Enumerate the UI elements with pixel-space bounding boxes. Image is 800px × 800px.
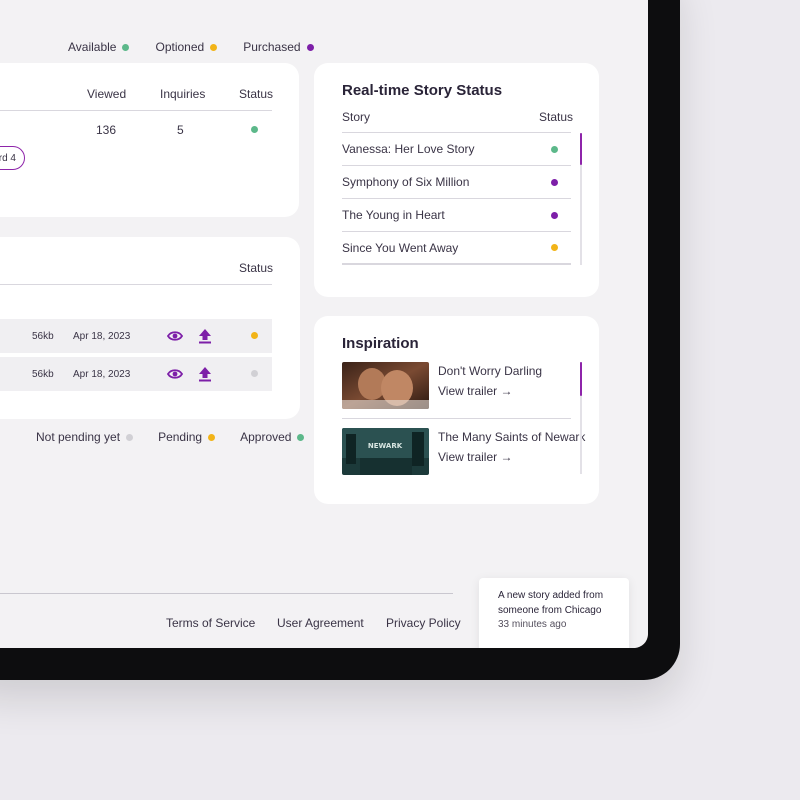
inspiration-item[interactable]: NEWARK The Many Saints of Newark View tr… xyxy=(342,428,585,478)
status-dot xyxy=(551,211,558,219)
view-trailer-link[interactable]: View trailer → xyxy=(438,450,512,464)
legend-optioned: Optioned xyxy=(155,40,218,54)
status-dot xyxy=(551,178,558,186)
legend-label: Available xyxy=(68,40,117,54)
user-agreement-link[interactable]: User Agreement xyxy=(277,616,364,630)
story-name: The Young in Heart xyxy=(342,208,445,222)
approval-legend: Not pending yet Pending Approved xyxy=(36,430,305,444)
file-size: 56kb xyxy=(32,330,54,342)
header-divider xyxy=(0,110,272,111)
legend-pending: Pending xyxy=(158,430,216,444)
inspiration-scrollbar[interactable] xyxy=(580,362,582,474)
footer-divider xyxy=(0,593,453,594)
eye-icon[interactable] xyxy=(167,328,183,344)
round-pill[interactable]: rd 4 xyxy=(0,146,25,170)
legend-approved: Approved xyxy=(240,430,305,444)
legend-label: Optioned xyxy=(155,40,205,54)
story-row[interactable]: Symphony of Six Million xyxy=(342,166,571,199)
story-scrollbar[interactable] xyxy=(580,133,582,265)
app-screen: Available Optioned Purchased Viewed Inqu… xyxy=(0,0,648,648)
toast-message: A new story added from someone from Chic… xyxy=(498,590,604,616)
notification-toast[interactable]: A new story added from someone from Chic… xyxy=(479,578,629,648)
story-row[interactable]: Vanessa: Her Love Story xyxy=(342,133,571,166)
inquiries-header: Inquiries xyxy=(160,87,206,101)
story-column-header: Story xyxy=(342,110,371,124)
trailer-title: The Many Saints of Newark xyxy=(438,430,586,444)
status-dot xyxy=(551,244,558,251)
upload-icon[interactable] xyxy=(197,328,213,344)
scrollbar-thumb[interactable] xyxy=(580,133,582,165)
legend-available: Available xyxy=(68,40,130,54)
scrollbar-thumb[interactable] xyxy=(580,362,582,396)
privacy-policy-link[interactable]: Privacy Policy xyxy=(386,616,461,630)
status-header: Status xyxy=(239,87,274,101)
status-dot xyxy=(251,126,258,133)
header-divider xyxy=(0,284,272,285)
legend-label: Approved xyxy=(240,430,292,444)
approved-dot xyxy=(297,433,305,441)
not-pending-dot xyxy=(126,433,134,441)
story-name: Vanessa: Her Love Story xyxy=(342,142,475,156)
story-name: Symphony of Six Million xyxy=(342,175,470,189)
table-row[interactable]: 56kb Apr 18, 2023 xyxy=(0,319,272,353)
status-column-header: Status xyxy=(539,110,574,124)
inspiration-card: Inspiration Don't Worry Darling View tra… xyxy=(314,316,599,504)
upload-icon[interactable] xyxy=(197,366,213,382)
file-date: Apr 18, 2023 xyxy=(73,368,131,380)
table-row[interactable]: 56kb Apr 18, 2023 xyxy=(0,357,272,391)
story-status-card: Real-time Story Status Story Status Vane… xyxy=(314,63,599,297)
legend-label: Pending xyxy=(158,430,203,444)
panel-title: Inspiration xyxy=(342,335,419,352)
pending-dot xyxy=(208,433,216,441)
inquiries-value: 5 xyxy=(177,123,184,137)
item-divider xyxy=(342,418,571,419)
inspiration-item[interactable]: Don't Worry Darling View trailer → xyxy=(342,362,574,418)
viewed-header: Viewed xyxy=(87,87,127,101)
status-dot xyxy=(251,332,258,339)
availability-legend: Available Optioned Purchased xyxy=(68,40,314,54)
pill-label: rd 4 xyxy=(0,152,16,164)
legend-label: Not pending yet xyxy=(36,430,121,444)
story-row[interactable]: Since You Went Away xyxy=(342,232,571,265)
terms-of-service-link[interactable]: Terms of Service xyxy=(166,616,255,630)
eye-icon[interactable] xyxy=(167,366,183,382)
legend-purchased: Purchased xyxy=(243,40,314,54)
story-row[interactable]: The Young in Heart xyxy=(342,199,571,232)
viewed-value: 136 xyxy=(96,123,117,137)
toast-time: 33 minutes ago xyxy=(498,619,567,630)
status-dot xyxy=(251,370,258,377)
legend-label: Purchased xyxy=(243,40,301,54)
view-trailer-link[interactable]: View trailer → xyxy=(438,384,512,398)
trailer-thumbnail[interactable] xyxy=(342,362,429,409)
status-dot xyxy=(551,145,558,153)
story-name: Since You Went Away xyxy=(342,240,459,255)
available-dot xyxy=(122,43,130,51)
trailer-thumbnail[interactable]: NEWARK xyxy=(342,428,429,475)
purchased-dot xyxy=(306,43,314,51)
file-size: 56kb xyxy=(32,368,54,380)
panel-title: Real-time Story Status xyxy=(342,82,503,99)
thumbnail-logo-text: NEWARK xyxy=(368,442,403,450)
file-date: Apr 18, 2023 xyxy=(73,330,131,342)
legend-not-pending: Not pending yet xyxy=(36,430,134,444)
trailer-title: Don't Worry Darling xyxy=(438,364,543,378)
optioned-dot xyxy=(210,43,218,51)
status-header: Status xyxy=(239,261,274,275)
